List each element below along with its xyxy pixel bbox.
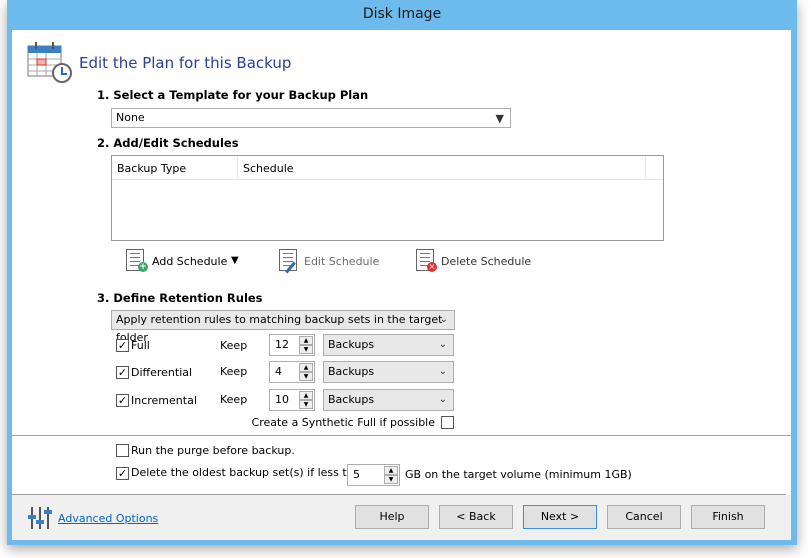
chevron-down-icon: ⌄ [438,339,447,350]
divider [12,494,786,495]
delete-oldest-label: Delete the oldest backup set(s) if less … [131,466,368,479]
spin-up-icon[interactable]: ▲ [384,466,398,475]
chevron-down-icon: ▼ [495,112,504,125]
full-count-value: 12 [275,338,289,351]
incremental-label: Incremental [131,394,197,407]
chevron-down-icon: ⌄ [438,366,447,377]
full-count-spinner[interactable]: 12 ▲ ▼ [269,334,315,356]
retention-mode-dropdown[interactable]: Apply retention rules to matching backup… [111,310,455,344]
incremental-checkbox[interactable]: ✓ [116,394,129,407]
spin-up-icon[interactable]: ▲ [299,391,313,400]
template-value: None [116,111,145,124]
keep-label: Keep [220,393,248,406]
next-button[interactable]: Next > [523,505,597,529]
min-space-value: 5 [353,468,360,481]
add-schedule-button[interactable]: + Add Schedule [126,249,227,272]
chevron-down-icon: ⌄ [438,394,447,405]
advanced-options-link[interactable]: Advanced Options [58,512,158,525]
differential-count-spinner[interactable]: 4 ▲ ▼ [269,361,315,383]
spin-up-icon[interactable]: ▲ [299,336,313,345]
spin-down-icon[interactable]: ▼ [384,475,398,484]
edit-schedule-label: Edit Schedule [304,255,380,268]
page-title: Edit the Plan for this Backup [79,54,292,72]
delete-oldest-checkbox[interactable]: ✓ [116,467,129,480]
column-backup-type[interactable]: Backup Type [112,156,238,180]
incremental-unit-dropdown[interactable]: Backups ⌄ [323,389,454,411]
spin-down-icon[interactable]: ▼ [299,372,313,381]
min-space-suffix: GB on the target volume (minimum 1GB) [405,468,632,481]
edit-schedule-button[interactable]: Edit Schedule [279,249,379,274]
help-button[interactable]: Help [355,505,429,529]
incremental-count-value: 10 [275,393,289,406]
incremental-count-spinner[interactable]: 10 ▲ ▼ [269,389,315,411]
table-header: Backup Type Schedule [112,156,663,180]
section-schedules-label: 2. Add/Edit Schedules [97,136,239,150]
back-button[interactable]: < Back [439,505,513,529]
purge-checkbox[interactable] [116,444,129,457]
section-template-label: 1. Select a Template for your Backup Pla… [97,88,369,102]
purge-label: Run the purge before backup. [131,444,295,457]
differential-checkbox[interactable]: ✓ [116,366,129,379]
finish-button[interactable]: Finish [691,505,765,529]
differential-unit-value: Backups [328,365,375,378]
divider [12,435,791,436]
dialog-client [12,30,791,540]
full-unit-value: Backups [328,338,375,351]
full-unit-dropdown[interactable]: Backups ⌄ [323,334,454,356]
cancel-button[interactable]: Cancel [607,505,681,529]
full-label: Full [131,339,150,352]
add-schedule-label: Add Schedule [152,255,228,268]
keep-label: Keep [220,339,248,352]
delete-schedule-button[interactable]: × Delete Schedule [416,249,531,272]
synthetic-full-checkbox[interactable] [441,416,454,429]
keep-label: Keep [220,365,248,378]
sliders-icon [28,506,52,530]
spin-down-icon[interactable]: ▼ [299,400,313,409]
delete-schedule-label: Delete Schedule [441,255,532,268]
schedules-table[interactable]: Backup Type Schedule [111,155,664,241]
window-title: Disk Image [362,6,442,22]
column-schedule[interactable]: Schedule [238,156,646,180]
add-schedule-dropdown-arrow[interactable]: ▼ [231,255,239,266]
spin-down-icon[interactable]: ▼ [299,345,313,354]
differential-label: Differential [131,366,193,379]
calendar-clock-icon [27,40,73,84]
spin-up-icon[interactable]: ▲ [299,363,313,372]
synthetic-full-label: Create a Synthetic Full if possible [251,416,435,429]
chevron-down-icon: ⌄ [439,314,448,325]
section-retention-label: 3. Define Retention Rules [97,291,263,305]
differential-count-value: 4 [275,365,282,378]
full-checkbox[interactable]: ✓ [116,339,129,352]
min-space-spinner[interactable]: 5 ▲ ▼ [347,464,400,486]
template-dropdown[interactable]: None ▼ [111,108,511,128]
incremental-unit-value: Backups [328,393,375,406]
differential-unit-dropdown[interactable]: Backups ⌄ [323,361,454,383]
